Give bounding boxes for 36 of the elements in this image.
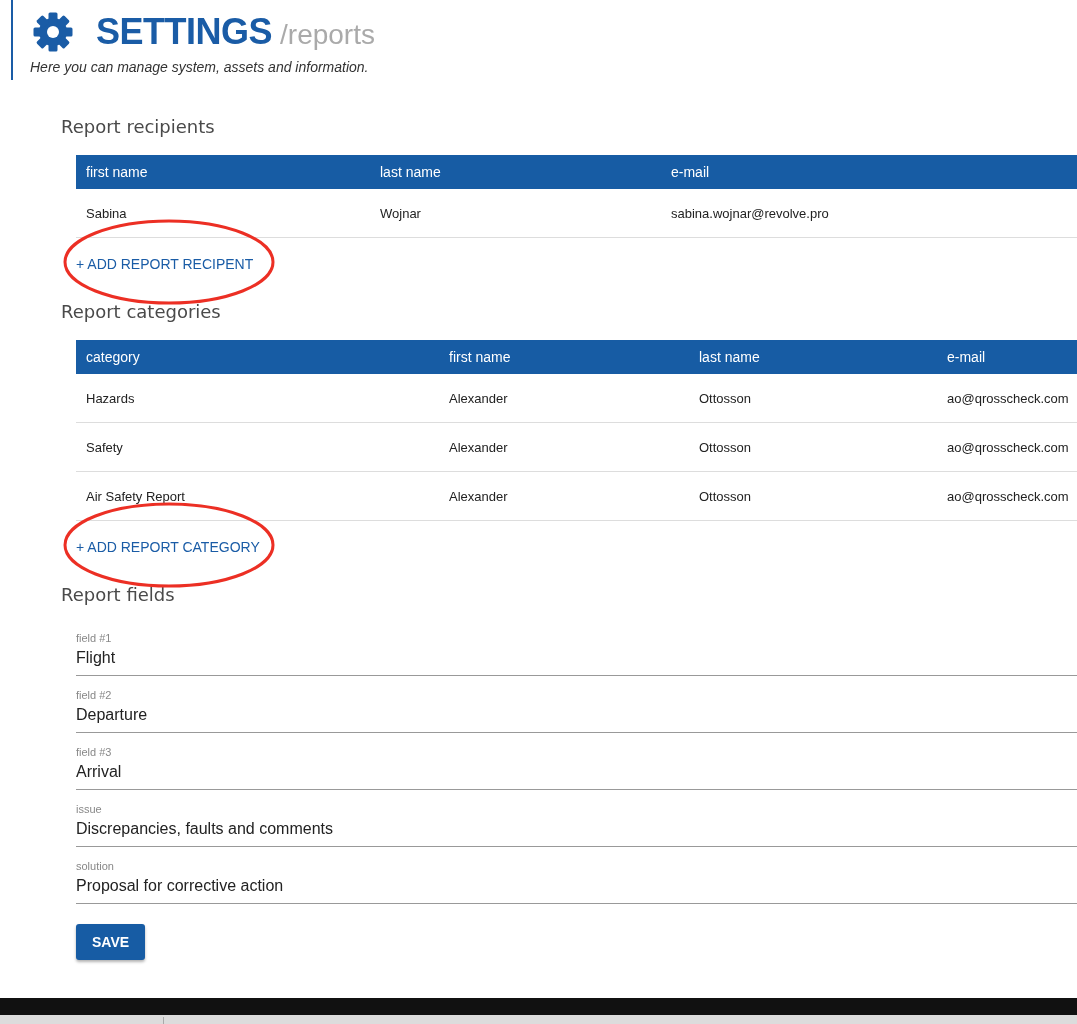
- text-field[interactable]: field #3 Arrival: [76, 733, 1077, 790]
- table-cell: Alexander: [449, 439, 508, 455]
- table-cell: Alexander: [449, 390, 508, 406]
- column-header: category: [85, 349, 140, 365]
- column-header: first name: [85, 164, 148, 180]
- table-cell: Ottosson: [699, 439, 752, 455]
- text-field[interactable]: solution Proposal for corrective action: [76, 847, 1077, 904]
- table-cell: Hazards: [86, 390, 135, 406]
- table-cell: Ottosson: [699, 390, 752, 406]
- column-header: first name: [448, 349, 511, 365]
- text-field[interactable]: issue Discrepancies, faults and comments: [76, 790, 1077, 847]
- column-header: last name: [379, 164, 441, 180]
- page-path: /reports: [280, 19, 375, 51]
- table-cell: Sabina: [86, 205, 127, 221]
- column-header: e-mail: [670, 164, 710, 180]
- column-header: last name: [698, 349, 760, 365]
- table-cell: Alexander: [449, 488, 508, 504]
- table-cell: Air Safety Report: [86, 488, 185, 504]
- table-cell: ao@qrosscheck.com: [947, 390, 1069, 406]
- gear-icon: [33, 12, 73, 52]
- section-title: Report categories: [61, 300, 222, 324]
- save-button[interactable]: SAVE: [76, 924, 146, 960]
- table-cell: ao@qrosscheck.com: [947, 439, 1069, 455]
- add-link[interactable]: + ADD REPORT RECIPENT: [76, 254, 254, 274]
- table-cell: sabina.wojnar@revolve.pro: [671, 205, 829, 221]
- text-field[interactable]: field #1 Flight: [76, 619, 1077, 676]
- text-field[interactable]: field #2 Departure: [76, 676, 1077, 733]
- page-title: SETTINGS: [96, 11, 273, 53]
- column-header: e-mail: [946, 349, 986, 365]
- table-cell: Wojnar: [380, 205, 421, 221]
- table-cell: Ottosson: [699, 488, 752, 504]
- table-cell: Safety: [86, 439, 123, 455]
- table-cell: ao@qrosscheck.com: [947, 488, 1069, 504]
- page-description: Here you can manage system, assets and information.: [30, 59, 370, 75]
- section-title: Report fields: [61, 583, 176, 607]
- section-title: Report recipients: [61, 115, 216, 139]
